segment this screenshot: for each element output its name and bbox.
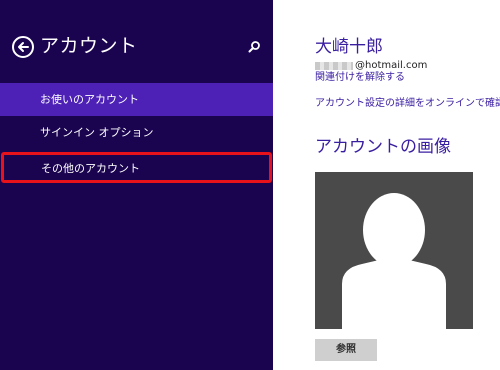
search-button[interactable] [246,39,262,55]
default-user-avatar-icon [342,193,446,329]
settings-pane: アカウント お使いのアカウント サインイン オプション その他のアカウント [0,0,273,370]
account-picture [315,172,473,329]
nav-item-sign-in-options[interactable]: サインイン オプション [0,116,273,149]
account-user-name: 大崎十郎 [315,37,383,57]
pane-title: アカウント [40,35,138,57]
nav-item-your-account[interactable]: お使いのアカウント [0,83,273,116]
back-arrow-circle-icon [18,42,29,52]
online-settings-link[interactable]: アカウント設定の詳細をオンラインで確認する [315,97,500,110]
disconnect-link[interactable]: 関連付けを解除する [315,71,405,84]
nav-item-other-accounts[interactable]: その他のアカウント [1,152,272,183]
account-picture-title: アカウントの画像 [315,137,451,157]
search-icon [248,41,260,53]
back-button[interactable] [12,36,34,58]
email-redaction [315,62,353,70]
browse-button[interactable]: 参照 [315,339,377,361]
pc-settings-window: アカウント お使いのアカウント サインイン オプション その他のアカウント 大崎… [0,0,500,370]
